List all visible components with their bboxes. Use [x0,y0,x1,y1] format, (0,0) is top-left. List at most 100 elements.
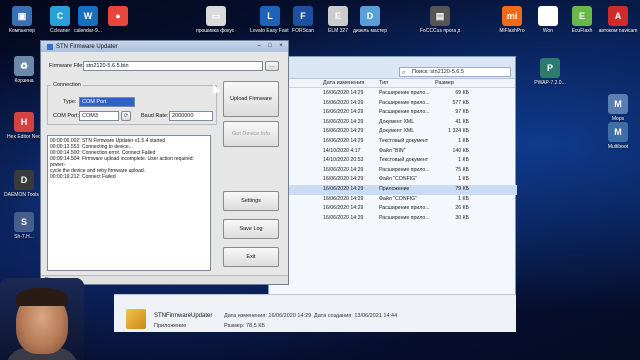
webcam-hair [16,288,68,306]
column-header: Дата изменения Тип Размер [269,79,515,88]
file-size: 1 324 КБ [448,128,469,135]
desktop-icon[interactable]: ♻ Корзина [4,56,44,84]
file-type: Расширение прило... [379,205,430,212]
explorer-window: ⌕ Поиск: stn2120-5.6.5 Дата изменения Ти… [268,56,517,332]
details-name: STNFirmwareUpdater [154,313,213,319]
file-size: 97 КБ [455,109,469,116]
details-created: Дата создания: 13/06/2021 14:44 [314,313,398,319]
get-device-info-button[interactable]: Get Device Info [223,121,279,147]
app-icon: ▤ [430,6,450,26]
app-icon: D [14,170,34,190]
close-icon[interactable]: × [276,43,286,50]
desktop-icon[interactable]: H Hex Editor Neo [4,112,44,140]
desktop-icon[interactable]: mi MiFlashPro [492,6,532,34]
details-pane: STNFirmwareUpdater Приложение Дата измен… [114,294,516,332]
file-date: 16/06/2020 14:29 [323,118,364,125]
file-type: Приложение [379,186,410,192]
refresh-icon[interactable]: ⟳ [121,111,131,121]
maximize-icon[interactable]: □ [265,43,275,50]
desktop-icon-label: Корзина [14,78,34,84]
file-date: 16/06/2020 14:29 [323,166,364,173]
file-row[interactable]: 16/06/2020 14:29 Расширение прило... 97 КБ [269,108,517,118]
column-type[interactable]: Тип [379,79,388,88]
file-row[interactable]: 16/06/2020 14:29 Расширение прило... 26 КБ [269,204,517,214]
column-size[interactable]: Размер [435,79,454,88]
file-size: 69 КБ [455,90,469,96]
desktop-icon[interactable]: F FORScan [283,6,323,34]
file-date: 16/06/2020 14:29 [323,99,364,106]
com-port-select[interactable]: COM3 [79,111,119,121]
file-row[interactable]: 16/06/2020 14:29 Файл "CONFIG" 1 КБ [269,195,517,205]
browse-button[interactable]: ... [265,61,279,71]
search-input[interactable]: ⌕ Поиск: stn2120-5.6.5 [399,67,511,77]
desktop-icon-label: FORScan [292,28,314,34]
file-type: Документ XML [379,128,415,135]
file-row[interactable]: 16/06/2020 14:29 Расширение прило... 577 К… [269,99,517,109]
save-log-button[interactable]: Save Log [223,219,279,239]
file-row[interactable]: 16/06/2020 14:29 Файл "CONFIG" 1 КБ [269,175,517,185]
file-row[interactable]: 16/06/2020 14:29 Расширение прило... 30 КБ [269,214,517,224]
file-type: Документ XML [379,118,415,125]
app-icon: H [14,112,34,132]
app-icon: ● [108,6,128,26]
file-row[interactable]: 16/06/2020 14:29 Документ XML 1 324 КБ [269,127,517,137]
desktop-icon-label: DAEMON Tools Lite [4,192,44,198]
desktop-icon[interactable]: Aавтоком navicam [598,6,638,34]
desktop-icon[interactable]: ▤ FoCCCus прога д... [420,6,460,34]
settings-button[interactable]: Settings [223,191,279,211]
file-row[interactable]: 14/10/2020 4:17 Файл "BIN" 140 КБ [269,147,517,157]
desktop-icon[interactable]: ▣ Компьютер [2,6,42,34]
file-date: 14/10/2020 4:17 [323,147,361,154]
log-output[interactable]: 00:00:00.002: STN Firmware Updater v1.5.… [47,135,211,271]
desktop-icon[interactable]: M Multiboot [598,122,638,150]
desktop-icon-label: EcuFlash [571,28,593,34]
file-size: 26 КБ [455,205,469,212]
app-icon: E [328,6,348,26]
app-icon: L [260,6,280,26]
desktop-icon[interactable]: M Mops [598,94,638,122]
app-icon: ▣ [12,6,32,26]
file-type: Файл "BIN" [379,147,406,154]
file-row[interactable]: 16/06/2020 14:29 Расширение прило... 69 КБ [269,89,517,99]
firmware-file-label: Firmware File: [49,63,84,69]
file-date: 16/06/2020 14:29 [323,195,364,202]
file-row[interactable]: 16/06/2020 14:29 Документ XML 41 КБ [269,118,517,128]
upload-firmware-button[interactable]: Upload Firmware [223,81,279,117]
firmware-updater-window: STN Firmware Updater – □ × Firmware File… [40,40,289,285]
desktop-icon[interactable]: ● [98,6,138,28]
minimize-icon[interactable]: – [254,43,264,50]
desktop-icon-label: FoCCCus прога д... [420,28,460,34]
desktop-icon-label: calendar-9... [74,28,102,34]
file-date: 14/10/2020 20:53 [323,157,364,164]
file-size: 140 КБ [452,147,469,154]
desktop-icon[interactable]: ▭ прошивка фокус 3 [196,6,236,34]
desktop-icon[interactable]: S Sh-7.Н... [4,212,44,240]
type-select[interactable]: COM Port [79,97,135,107]
column-date[interactable]: Дата изменения [323,79,364,88]
firmware-file-field[interactable]: stn2120-5.6.5.bin [83,61,263,71]
type-label: Type: [63,99,77,105]
app-icon: M [608,122,628,142]
desktop-icon[interactable]: D DAEMON Tools Lite [4,170,44,198]
app-icon: E [572,6,592,26]
exit-button[interactable]: Exit [223,247,279,267]
window-title: STN Firmware Updater [56,43,118,50]
file-row[interactable]: 16/06/2020 14:29 Приложение 79 КБ [269,185,517,195]
file-row[interactable]: 16/06/2020 14:29 Расширение прило... 75 КБ [269,166,517,176]
desktop-icon[interactable]: E EcuFlash [562,6,602,34]
desktop-icon[interactable]: Dдизель мастер [350,6,390,34]
baud-rate-select[interactable]: 2000000 [169,111,213,121]
file-type: Расширение прило... [379,109,430,116]
desktop-icon-label: Sh-7.Н... [14,234,34,240]
details-type: Приложение [154,323,187,329]
details-size: Размер: 78,5 КБ [224,323,266,329]
desktop-icon-label: дизель мастер [353,28,387,34]
file-type: Текстовый документ [379,138,429,144]
desktop-icon[interactable]: P PWAP-7.2.0... [530,58,570,86]
file-type: Расширение прило... [379,90,430,96]
file-row[interactable]: 16/06/2020 14:29 Текстовый документ 1 КБ [269,137,517,147]
file-icon [126,309,146,329]
file-date: 16/06/2020 14:29 [323,186,364,192]
file-row[interactable]: 14/10/2020 20:53 Текстовый документ 1 КБ [269,156,517,166]
file-size: 41 КБ [455,118,469,125]
